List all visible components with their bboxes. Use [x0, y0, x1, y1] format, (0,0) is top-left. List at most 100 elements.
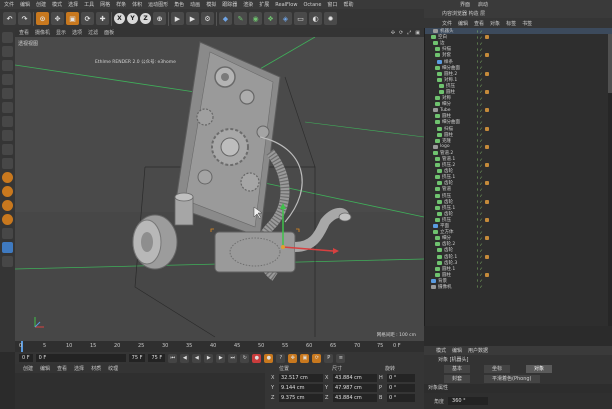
layout-select[interactable]: 启动: [478, 1, 488, 8]
model-mode-icon[interactable]: [2, 46, 13, 57]
move-tool-icon[interactable]: ✥: [51, 12, 64, 25]
tweak-mode-icon[interactable]: [2, 144, 13, 155]
light-icon[interactable]: ✹: [324, 12, 337, 25]
y-axis-toggle[interactable]: Y: [127, 13, 138, 24]
go-to-start-icon[interactable]: ⏮: [168, 353, 178, 363]
array-icon[interactable]: ❖: [264, 12, 277, 25]
vp-menu-view[interactable]: 查看: [19, 29, 29, 36]
om-menu-view[interactable]: 查看: [474, 20, 484, 27]
menu-octane[interactable]: Octane: [303, 2, 321, 8]
octane-icon[interactable]: [2, 172, 13, 183]
menu-file[interactable]: 文件: [4, 1, 14, 8]
keyframe-rot-icon[interactable]: ⟳: [312, 353, 322, 363]
mat-menu-create[interactable]: 创建: [23, 365, 33, 372]
vp-menu-cameras[interactable]: 摄像机: [35, 29, 50, 36]
auto-key-icon[interactable]: ●: [264, 353, 274, 363]
size-x-field[interactable]: 43.884 cm: [333, 374, 377, 382]
deformer-icon[interactable]: ◈: [279, 12, 292, 25]
visibility-check-icon[interactable]: ⁞ ✓: [477, 47, 483, 52]
render-settings-icon[interactable]: ⚙: [201, 12, 214, 25]
phong-tag-icon[interactable]: [485, 35, 489, 40]
current-frame-field[interactable]: 0 F: [35, 354, 126, 362]
redo-icon[interactable]: ↷: [18, 12, 31, 25]
scale-tool-icon[interactable]: ▣: [66, 12, 79, 25]
visibility-check-icon[interactable]: ⁞ ✓: [477, 278, 483, 283]
om-menu-file[interactable]: 文件: [442, 20, 452, 27]
visibility-check-icon[interactable]: ⁞ ✓: [477, 230, 483, 235]
edges-mode-icon[interactable]: [2, 102, 13, 113]
octane-light-icon[interactable]: [2, 214, 13, 225]
visibility-check-icon[interactable]: ⁞ ✓: [477, 163, 483, 168]
next-key-icon[interactable]: ▶: [216, 353, 226, 363]
visibility-check-icon[interactable]: ⁞ ✓: [477, 89, 483, 94]
grid-snap-icon[interactable]: [2, 256, 13, 267]
coordinate-system-icon[interactable]: ⊕: [153, 12, 166, 25]
visibility-check-icon[interactable]: ⁞ ✓: [477, 138, 483, 143]
menu-tracker[interactable]: 跟踪器: [222, 1, 237, 8]
timeline-ruler[interactable]: 0 5 10 15 20 25 30 35 40 45 50 55 60 65 …: [15, 341, 424, 352]
vp-menu-display[interactable]: 显示: [56, 29, 66, 36]
mat-menu-material[interactable]: 材质: [91, 365, 101, 372]
render-view-icon[interactable]: ▶: [171, 12, 184, 25]
phong-tag-icon[interactable]: [485, 199, 489, 204]
menu-simulate[interactable]: 模拟: [206, 1, 216, 8]
visibility-check-icon[interactable]: ⁞ ✓: [477, 187, 483, 192]
visibility-check-icon[interactable]: ⁞ ✓: [477, 224, 483, 229]
menu-volume[interactable]: 体积: [132, 1, 142, 8]
visibility-check-icon[interactable]: ⁞ ✓: [477, 144, 483, 149]
maximize-view-icon[interactable]: ▣: [415, 30, 420, 36]
phong-tag-icon[interactable]: [485, 144, 489, 149]
visibility-check-icon[interactable]: ⁞ ✓: [477, 108, 483, 113]
z-axis-toggle[interactable]: Z: [140, 13, 151, 24]
visibility-check-icon[interactable]: ⁞ ✓: [477, 102, 483, 107]
visibility-check-icon[interactable]: ⁞ ✓: [477, 254, 483, 259]
size-y-field[interactable]: 47.987 cm: [333, 384, 377, 392]
visibility-check-icon[interactable]: ⁞ ✓: [477, 35, 483, 40]
snap-icon[interactable]: [2, 158, 13, 169]
points-mode-icon[interactable]: [2, 88, 13, 99]
menu-spline[interactable]: 样条: [116, 1, 126, 8]
visibility-check-icon[interactable]: ⁞ ✓: [477, 199, 483, 204]
visibility-check-icon[interactable]: ⁞ ✓: [477, 248, 483, 253]
menu-select[interactable]: 选择: [68, 1, 78, 8]
vp-menu-options[interactable]: 选项: [72, 29, 82, 36]
tab-coord[interactable]: 坐标: [484, 365, 511, 373]
mat-menu-view[interactable]: 查看: [57, 365, 67, 372]
menu-animate[interactable]: 动画: [190, 1, 200, 8]
visibility-check-icon[interactable]: ⁞ ✓: [477, 205, 483, 210]
position-z-field[interactable]: 9.375 cm: [279, 394, 323, 402]
om-menu-bookmarks[interactable]: 书签: [522, 20, 532, 27]
phong-tag-icon[interactable]: [485, 108, 489, 113]
attr-menu-mode[interactable]: 模式: [436, 347, 446, 354]
loop-icon[interactable]: ↻: [240, 353, 250, 363]
undo-icon[interactable]: ↶: [3, 12, 16, 25]
axis-mode-icon[interactable]: [2, 130, 13, 141]
timeline-menu-icon[interactable]: ≡: [336, 353, 346, 363]
lock-icon[interactable]: [2, 228, 13, 239]
texture-mode-icon[interactable]: [2, 60, 13, 71]
phong-tag-icon[interactable]: [485, 181, 489, 186]
layer-icon[interactable]: [2, 242, 13, 253]
right-panel-tabs-label[interactable]: 内容浏览器 构造 层: [442, 10, 485, 17]
visibility-check-icon[interactable]: ⁞ ✓: [477, 211, 483, 216]
visibility-check-icon[interactable]: ⁞ ✓: [477, 96, 483, 101]
keyframe-pos-icon[interactable]: ✥: [288, 353, 298, 363]
rotation-p-field[interactable]: 0 °: [387, 384, 415, 392]
visibility-check-icon[interactable]: ⁞ ✓: [477, 120, 483, 125]
visibility-check-icon[interactable]: ⁞ ✓: [477, 59, 483, 64]
visibility-check-icon[interactable]: ⁞ ✓: [477, 41, 483, 46]
live-selection-icon[interactable]: ⊙: [36, 12, 49, 25]
camera-icon[interactable]: ◐: [309, 12, 322, 25]
phong-tag-icon[interactable]: [485, 272, 489, 277]
visibility-check-icon[interactable]: ⁞ ✓: [477, 126, 483, 131]
phong-tag-icon[interactable]: [485, 89, 489, 94]
menu-character[interactable]: 角色: [174, 1, 184, 8]
menu-mograph[interactable]: 运动图形: [148, 1, 168, 8]
om-menu-edit[interactable]: 编辑: [458, 20, 468, 27]
vp-menu-filter[interactable]: 过滤: [88, 29, 98, 36]
menu-extensions[interactable]: 扩展: [259, 1, 269, 8]
menu-mode[interactable]: 模式: [52, 1, 62, 8]
menu-window[interactable]: 窗口: [327, 1, 337, 8]
end-frame-field[interactable]: 75 F: [128, 354, 146, 362]
menu-edit[interactable]: 编辑: [20, 1, 30, 8]
